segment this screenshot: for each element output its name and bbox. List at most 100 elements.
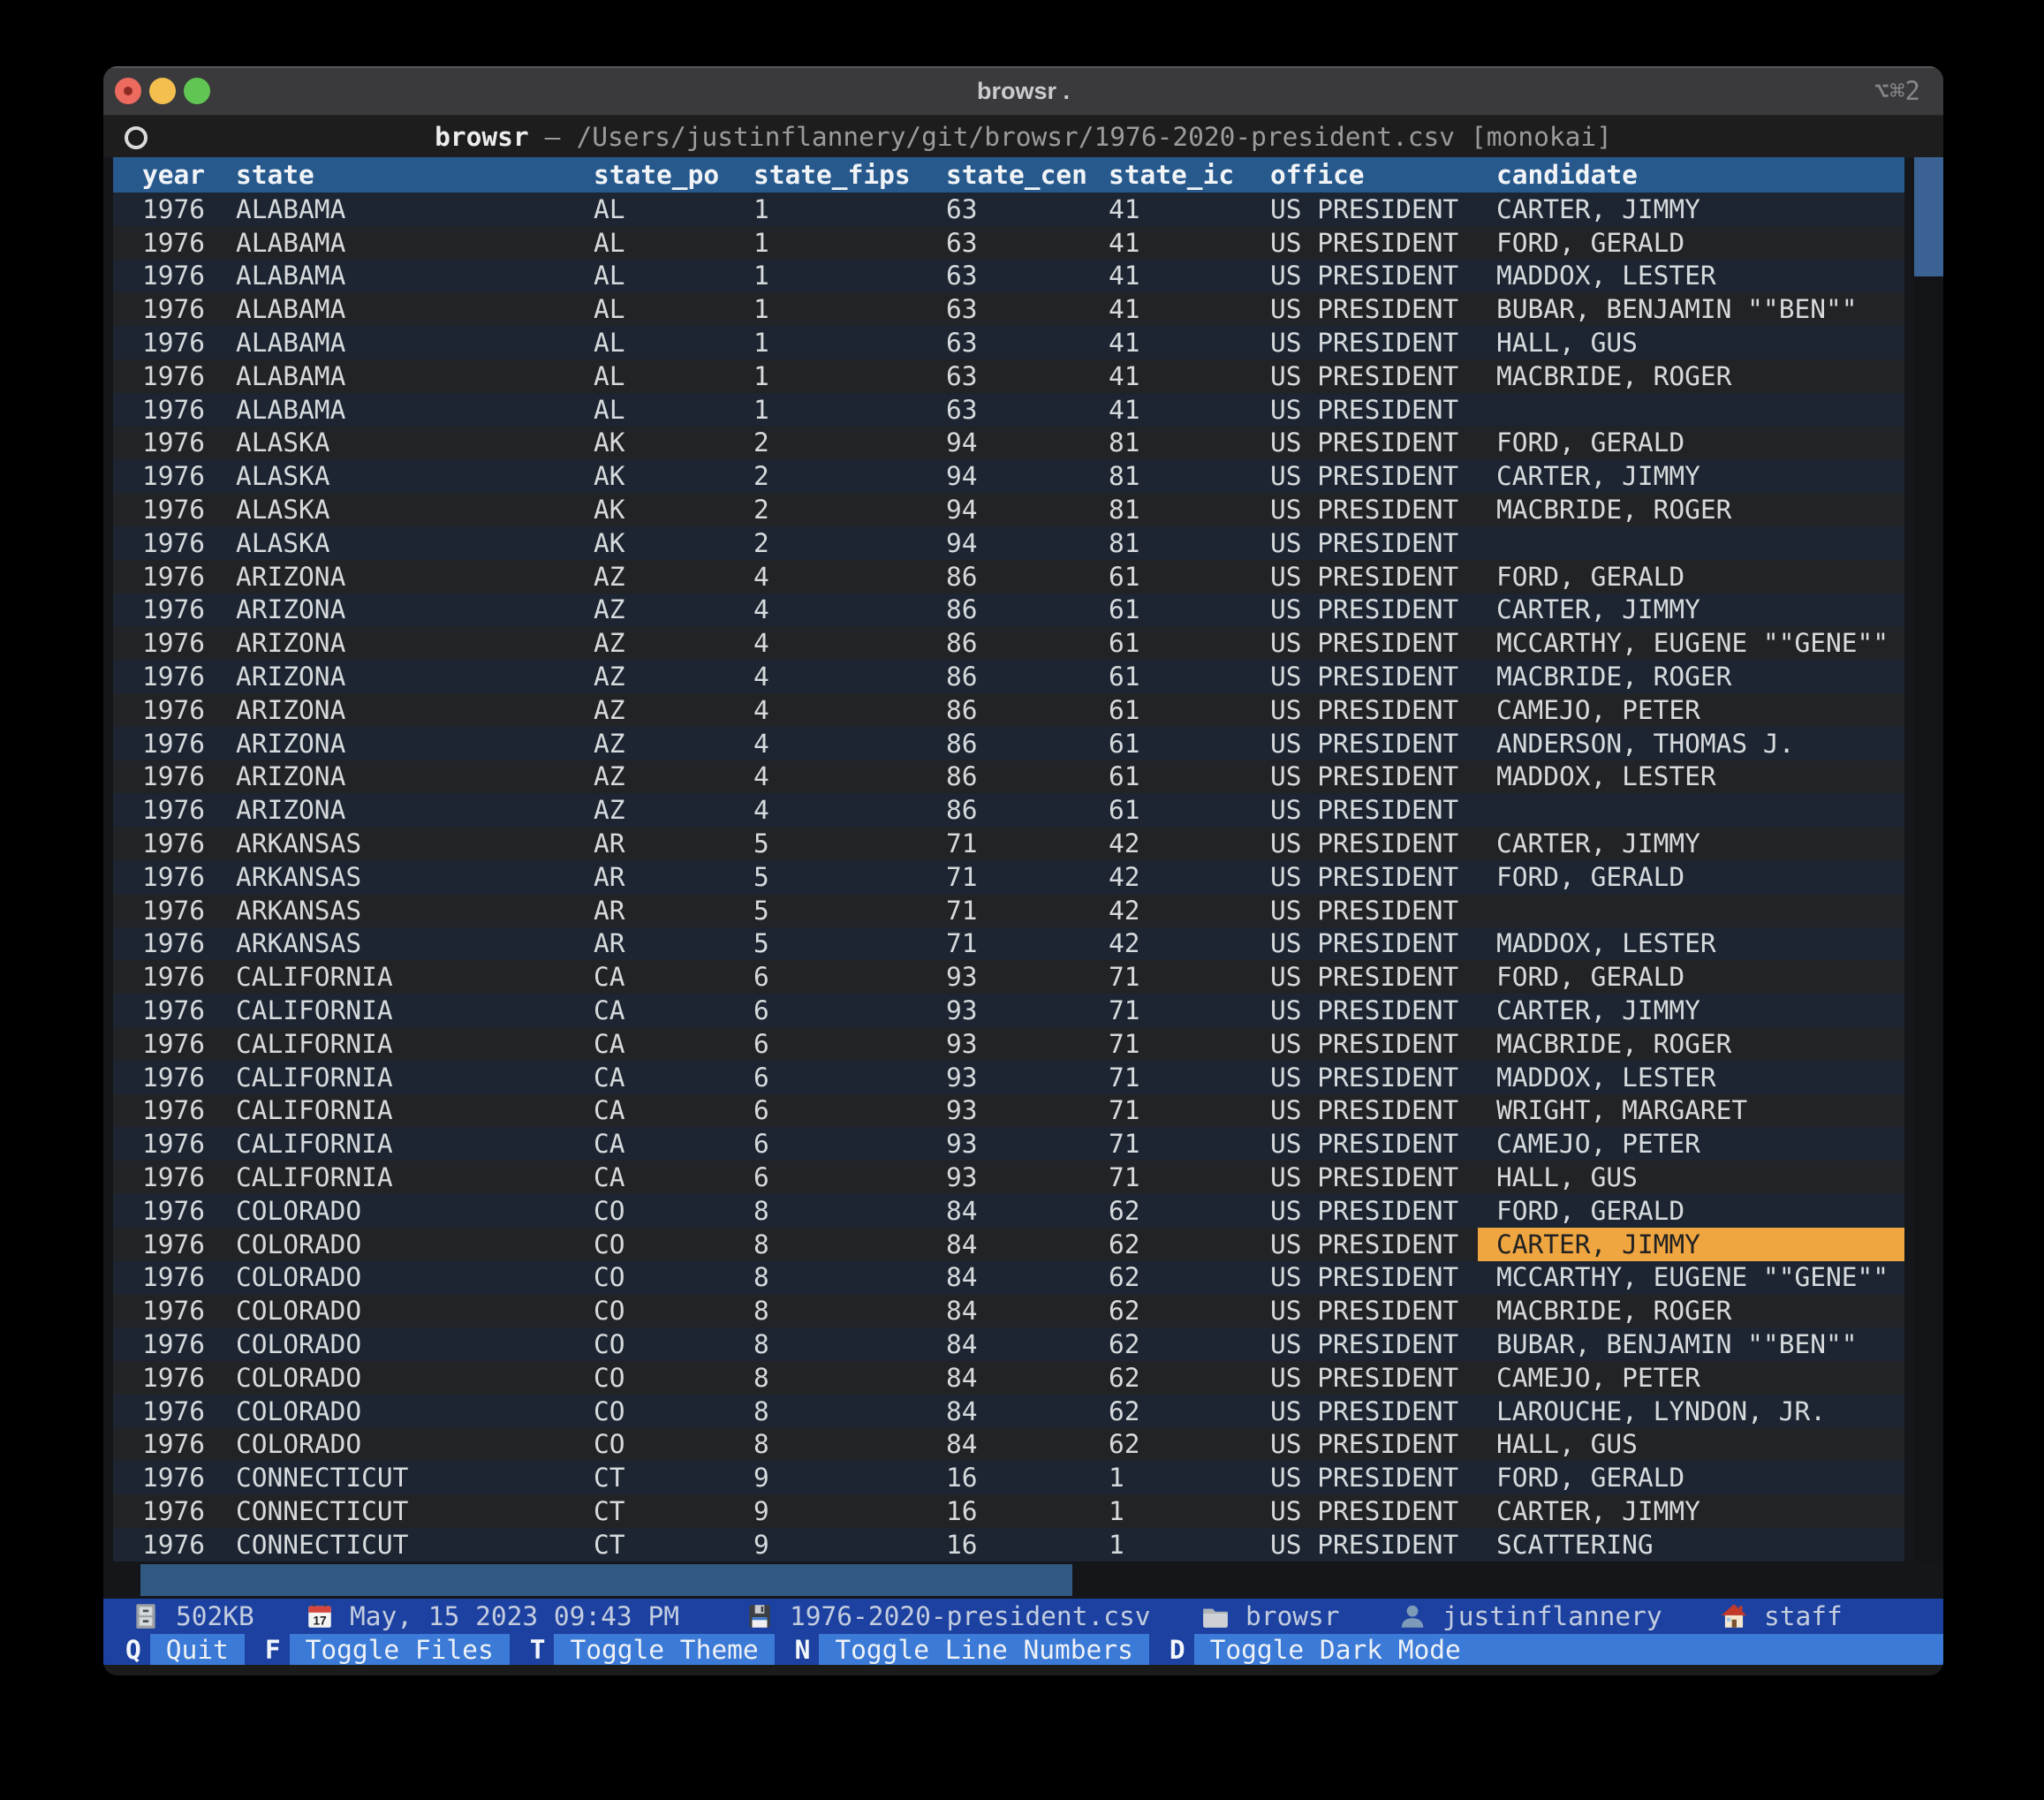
cell-state_ic: 61 <box>1109 560 1140 594</box>
table-row[interactable]: 1976COLORADOCO88462US PRESIDENTFORD, GER… <box>113 1194 1904 1228</box>
cell-state_po: AL <box>594 226 625 260</box>
table-row[interactable]: 1976ALABAMAAL16341US PRESIDENTMADDOX, LE… <box>113 260 1904 293</box>
cell-candidate: MADDOX, LESTER <box>1496 927 1716 961</box>
cell-state: CALIFORNIA <box>236 1027 393 1061</box>
cell-year: 1976 <box>142 1194 205 1228</box>
browsr-terminal-window: browsr . ⌥⌘2 browsr—/Users/justinflanner… <box>103 66 1943 1675</box>
horizontal-scrollbar[interactable] <box>103 1562 1943 1599</box>
table-row[interactable]: 1976CALIFORNIACA69371US PRESIDENTCARTER,… <box>113 994 1904 1027</box>
table-row[interactable]: 1976ARKANSASAR57142US PRESIDENTMADDOX, L… <box>113 927 1904 961</box>
table-row[interactable]: 1976CONNECTICUTCT9161US PRESIDENTCARTER,… <box>113 1494 1904 1528</box>
table-row[interactable]: 1976ALASKAAK29481US PRESIDENTMACBRIDE, R… <box>113 493 1904 526</box>
cell-state_fips: 1 <box>753 359 769 393</box>
table-row[interactable]: 1976COLORADOCO88462US PRESIDENTMCCARTHY,… <box>113 1261 1904 1295</box>
cell-state_fips: 1 <box>753 292 769 326</box>
table-row[interactable]: 1976ARKANSASAR57142US PRESIDENTCARTER, J… <box>113 827 1904 860</box>
table-row[interactable]: 1976COLORADOCO88462US PRESIDENTBUBAR, BE… <box>113 1327 1904 1361</box>
vertical-scrollbar-thumb[interactable] <box>1914 157 1943 276</box>
cell-year: 1976 <box>142 292 205 326</box>
table-row[interactable]: 1976COLORADOCO88462US PRESIDENTCARTER, J… <box>113 1228 1904 1261</box>
cell-office: US PRESIDENT <box>1270 193 1458 226</box>
table-row[interactable]: 1976ARKANSASAR57142US PRESIDENT <box>113 894 1904 927</box>
table-row[interactable]: 1976ALASKAAK29481US PRESIDENTFORD, GERAL… <box>113 427 1904 460</box>
cell-office: US PRESIDENT <box>1270 827 1458 860</box>
table-row[interactable]: 1976ALABAMAAL16341US PRESIDENTBUBAR, BEN… <box>113 292 1904 326</box>
table-row[interactable]: 1976ALABAMAAL16341US PRESIDENTHALL, GUS <box>113 326 1904 359</box>
table-row[interactable]: 1976COLORADOCO88462US PRESIDENTCAMEJO, P… <box>113 1361 1904 1395</box>
key-binding-toggle-line-numbers[interactable]: NToggle Line Numbers <box>786 1634 1149 1665</box>
table-row[interactable]: 1976ARIZONAAZ48661US PRESIDENTMADDOX, LE… <box>113 760 1904 794</box>
cell-year: 1976 <box>142 760 205 794</box>
cell-state_cen: 93 <box>946 1027 978 1061</box>
cell-state_po: AR <box>594 927 625 961</box>
key-binding-toggle-files[interactable]: FToggle Files <box>256 1634 510 1665</box>
table-row[interactable]: 1976CALIFORNIACA69371US PRESIDENTCAMEJO,… <box>113 1127 1904 1161</box>
table-row[interactable]: 1976COLORADOCO88462US PRESIDENTHALL, GUS <box>113 1427 1904 1461</box>
status-item-text: staff <box>1764 1601 1843 1631</box>
table-row[interactable]: 1976ARIZONAAZ48661US PRESIDENTMACBRIDE, … <box>113 660 1904 693</box>
cell-state_ic: 81 <box>1109 427 1140 460</box>
cell-candidate: FORD, GERALD <box>1496 960 1684 994</box>
cell-state_ic: 1 <box>1109 1461 1124 1494</box>
table-row[interactable]: 1976CALIFORNIACA69371US PRESIDENTFORD, G… <box>113 960 1904 994</box>
cell-state_fips: 5 <box>753 860 769 894</box>
table-row[interactable]: 1976ALABAMAAL16341US PRESIDENT <box>113 393 1904 427</box>
cell-office: US PRESIDENT <box>1270 626 1458 660</box>
cell-state_fips: 1 <box>753 260 769 293</box>
cell-office: US PRESIDENT <box>1270 994 1458 1027</box>
cell-state_po: AL <box>594 359 625 393</box>
status-item: browsr <box>1200 1599 1340 1634</box>
cell-state: ARIZONA <box>236 727 345 760</box>
cell-state: ARIZONA <box>236 793 345 827</box>
table-row[interactable]: 1976ALABAMAAL16341US PRESIDENTCARTER, JI… <box>113 193 1904 226</box>
cell-candidate: MACBRIDE, ROGER <box>1496 359 1731 393</box>
table-row[interactable]: 1976CALIFORNIACA69371US PRESIDENTWRIGHT,… <box>113 1094 1904 1128</box>
table-row[interactable]: 1976COLORADOCO88462US PRESIDENTMACBRIDE,… <box>113 1294 1904 1327</box>
cell-year: 1976 <box>142 393 205 427</box>
table-row[interactable]: 1976ARKANSASAR57142US PRESIDENTFORD, GER… <box>113 860 1904 894</box>
cell-candidate: CARTER, JIMMY <box>1496 193 1700 226</box>
cell-candidate[interactable]: CARTER, JIMMY <box>1478 1228 1904 1261</box>
cell-state_ic: 41 <box>1109 292 1140 326</box>
table-row[interactable]: 1976CONNECTICUTCT9161US PRESIDENTSCATTER… <box>113 1528 1904 1562</box>
table-row[interactable]: 1976CALIFORNIACA69371US PRESIDENTHALL, G… <box>113 1161 1904 1194</box>
column-header-year: year <box>142 157 205 193</box>
cell-state: ARIZONA <box>236 693 345 727</box>
cell-state_cen: 93 <box>946 1094 978 1128</box>
cell-state_po: CA <box>594 1061 625 1094</box>
table-row[interactable]: 1976ARIZONAAZ48661US PRESIDENTANDERSON, … <box>113 727 1904 760</box>
cell-state_cen: 86 <box>946 793 978 827</box>
cell-state_fips: 9 <box>753 1528 769 1562</box>
cell-state_ic: 41 <box>1109 193 1140 226</box>
table-row[interactable]: 1976ARIZONAAZ48661US PRESIDENTFORD, GERA… <box>113 560 1904 594</box>
key-binding-toggle-theme[interactable]: TToggle Theme <box>521 1634 775 1665</box>
window-title: browsr . <box>103 66 1943 116</box>
cell-state: CALIFORNIA <box>236 960 393 994</box>
table-row[interactable]: 1976ALABAMAAL16341US PRESIDENTFORD, GERA… <box>113 226 1904 260</box>
cell-candidate: MCCARTHY, EUGENE ""GENE"" <box>1496 1261 1889 1295</box>
table-row[interactable]: 1976ALASKAAK29481US PRESIDENTCARTER, JIM… <box>113 459 1904 493</box>
table-row[interactable]: 1976COLORADOCO88462US PRESIDENTLAROUCHE,… <box>113 1395 1904 1428</box>
vertical-scrollbar[interactable] <box>1914 157 1943 1562</box>
table-row[interactable]: 1976CALIFORNIACA69371US PRESIDENTMADDOX,… <box>113 1061 1904 1094</box>
horizontal-scrollbar-thumb[interactable] <box>140 1564 1072 1596</box>
window-titlebar[interactable]: browsr . ⌥⌘2 <box>103 66 1943 116</box>
cell-state: ALABAMA <box>236 193 345 226</box>
floppy-disk-icon <box>745 1601 775 1631</box>
status-bar: 502KB17May, 15 2023 09:43 PM1976-2020-pr… <box>103 1599 1943 1634</box>
cell-state_cen: 86 <box>946 560 978 594</box>
table-row[interactable]: 1976ARIZONAAZ48661US PRESIDENT <box>113 793 1904 827</box>
key-binding-quit[interactable]: QQuit <box>117 1634 245 1665</box>
table-row[interactable]: 1976ALASKAAK29481US PRESIDENT <box>113 526 1904 560</box>
table-row[interactable]: 1976ARIZONAAZ48661US PRESIDENTMCCARTHY, … <box>113 626 1904 660</box>
table-row[interactable]: 1976ARIZONAAZ48661US PRESIDENTCAMEJO, PE… <box>113 693 1904 727</box>
cell-state_ic: 62 <box>1109 1261 1140 1295</box>
table-row[interactable]: 1976CONNECTICUTCT9161US PRESIDENTFORD, G… <box>113 1461 1904 1494</box>
table-row[interactable]: 1976ALABAMAAL16341US PRESIDENTMACBRIDE, … <box>113 359 1904 393</box>
cell-state_ic: 71 <box>1109 1061 1140 1094</box>
table-row[interactable]: 1976CALIFORNIACA69371US PRESIDENTMACBRID… <box>113 1027 1904 1061</box>
key-binding-toggle-dark-mode[interactable]: DToggle Dark Mode <box>1161 1634 1943 1665</box>
cell-state: COLORADO <box>236 1194 361 1228</box>
person-icon <box>1397 1601 1427 1631</box>
table-row[interactable]: 1976ARIZONAAZ48661US PRESIDENTCARTER, JI… <box>113 594 1904 627</box>
